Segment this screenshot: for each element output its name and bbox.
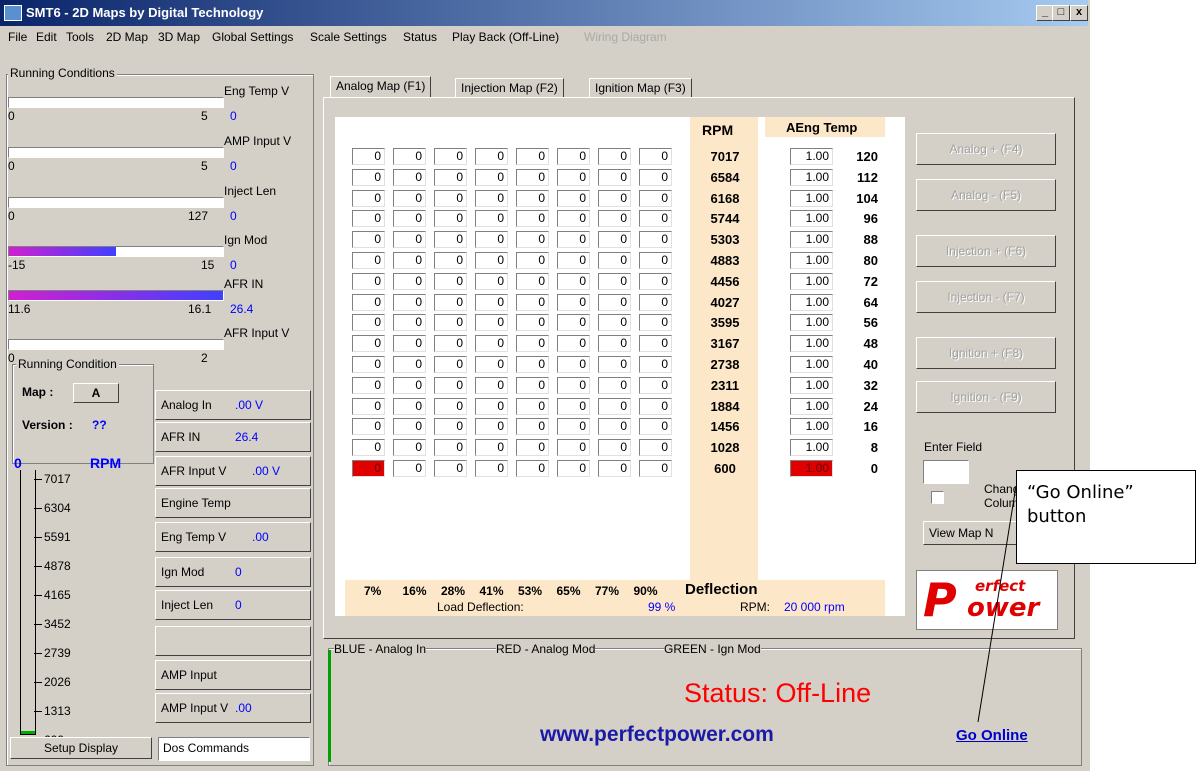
go-online-callout: “Go Online” button — [1016, 470, 1196, 564]
callout-line — [977, 485, 1017, 723]
callout-pointer-layer — [977, 485, 1017, 723]
